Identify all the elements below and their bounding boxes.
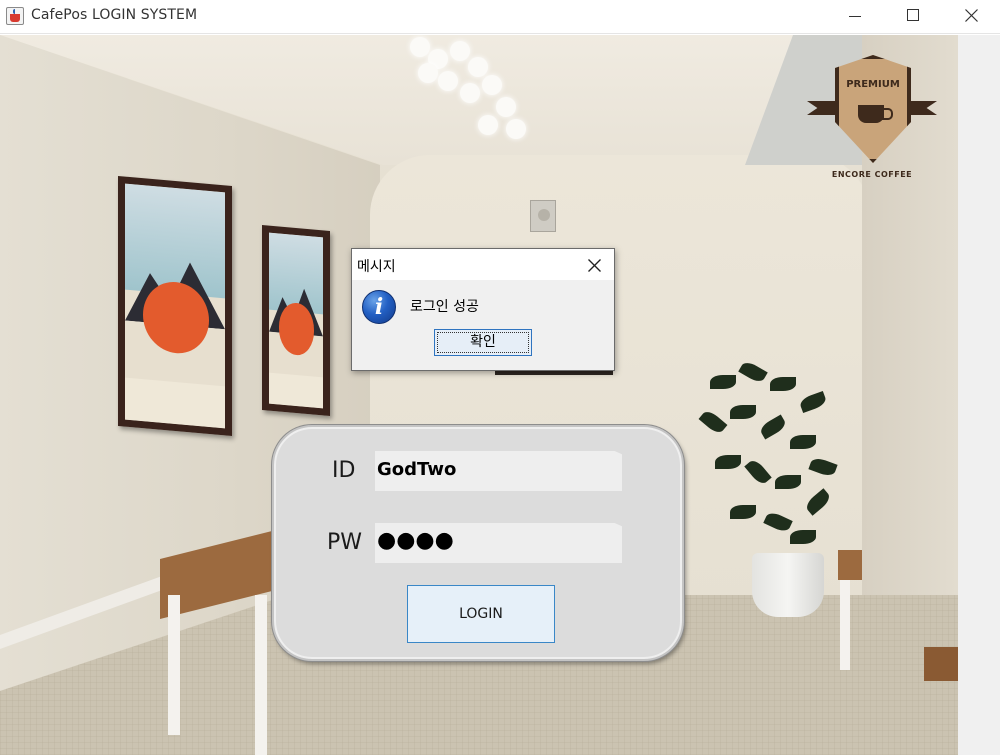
maximize-icon: [907, 9, 919, 21]
dialog-close-button[interactable]: [580, 252, 610, 278]
encore-coffee-logo: PREMIUM ENCORE COFFEE: [807, 55, 937, 195]
side-table: [838, 550, 862, 580]
close-icon: [965, 9, 978, 22]
wall-poster: [118, 176, 232, 436]
plant-pot: [752, 553, 824, 617]
window-title: CafePos LOGIN SYSTEM: [31, 7, 198, 23]
java-coffee-cup-icon: [6, 7, 24, 25]
bench-leg: [255, 595, 267, 755]
wall-speaker: [530, 200, 556, 232]
information-icon: i: [362, 290, 396, 324]
close-window-button[interactable]: [948, 0, 994, 34]
dialog-titlebar: 메시지: [352, 249, 614, 280]
wall-poster: [262, 225, 330, 416]
coffee-cup-icon: [858, 105, 893, 123]
dialog-message: 로그인 성공: [410, 299, 479, 315]
side-table-leg: [840, 580, 850, 670]
chandelier: [408, 35, 538, 145]
id-label: ID: [332, 458, 356, 483]
side-table: [924, 647, 958, 681]
id-input[interactable]: GodTwo: [375, 451, 622, 491]
dialog-title: 메시지: [357, 259, 396, 275]
login-button[interactable]: LOGIN: [407, 585, 555, 643]
password-input[interactable]: ●●●●: [375, 523, 622, 563]
minimize-icon: [849, 16, 861, 17]
window-right-margin: [958, 35, 1000, 755]
minimize-button[interactable]: [832, 0, 878, 34]
bench-leg: [168, 595, 180, 735]
close-icon: [588, 259, 601, 272]
message-dialog: 메시지 i 로그인 성공 확인: [351, 248, 615, 371]
ok-button[interactable]: 확인: [434, 329, 532, 356]
window-titlebar: CafePos LOGIN SYSTEM: [0, 0, 1000, 34]
pw-label: PW: [327, 530, 363, 555]
maximize-button[interactable]: [890, 0, 936, 34]
